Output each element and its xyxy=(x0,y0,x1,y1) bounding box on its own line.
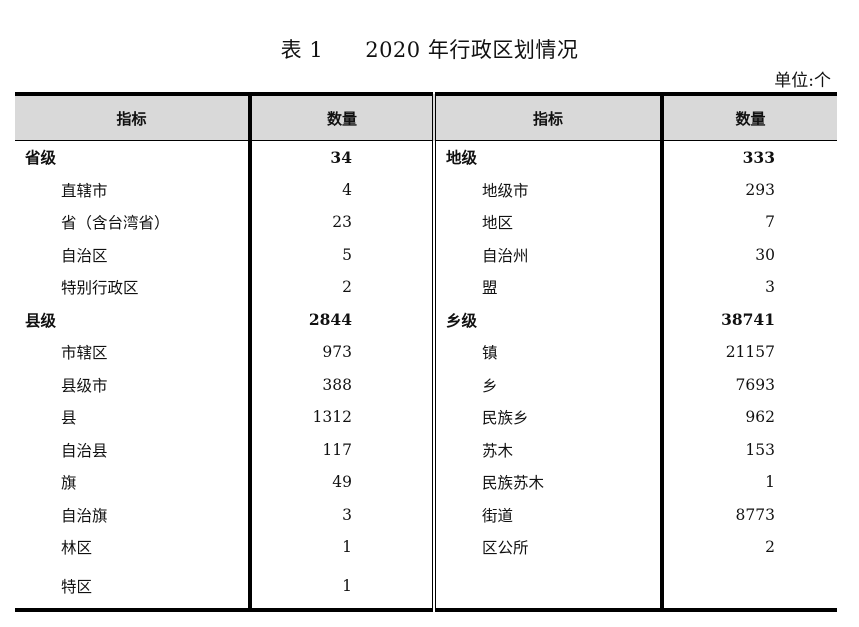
indicator-label-right: 区公所 xyxy=(432,531,662,564)
table-row: 特区 1 xyxy=(15,563,837,612)
unit-label: 单位:个 xyxy=(774,71,831,91)
table-row: 自治县 117 苏木 153 xyxy=(15,433,837,466)
indicator-label-right: 民族苏木 xyxy=(432,466,662,499)
quantity-value-left: 1312 xyxy=(248,401,434,434)
quantity-value-left: 23 xyxy=(248,206,434,239)
indicator-label-right: 乡 xyxy=(432,368,662,401)
table-row: 自治区 5 自治州 30 xyxy=(15,238,837,271)
admin-division-table: 指标 数量 指标 数量 省级 34 地级 333 直辖市 4 地级市 293 省（含台湾省） 23… xyxy=(15,92,837,612)
table-number: 表 1 xyxy=(280,38,324,62)
quantity-value-right: 7693 xyxy=(660,368,837,401)
indicator-label-left: 县 xyxy=(61,409,77,428)
header-indicator-right: 指标 xyxy=(432,92,662,141)
indicator-label-left: 林区 xyxy=(61,539,93,558)
quantity-value-right: 293 xyxy=(660,173,837,206)
header-quantity-left: 数量 xyxy=(248,92,434,141)
quantity-value-right: 3 xyxy=(660,271,837,304)
indicator-label-right: 地区 xyxy=(432,206,662,239)
quantity-value-right: 1 xyxy=(660,466,837,499)
quantity-value-left: 2 xyxy=(248,271,434,304)
quantity-value-right: 30 xyxy=(660,238,837,271)
table-row: 林区 1 区公所 2 xyxy=(15,531,837,564)
quantity-value-right: 153 xyxy=(660,433,837,466)
quantity-value-left: 117 xyxy=(248,433,434,466)
indicator-label-right: 民族乡 xyxy=(432,401,662,434)
header-row: 指标 数量 指标 数量 xyxy=(15,92,837,141)
table-row: 县 1312 民族乡 962 xyxy=(15,401,837,434)
indicator-label-right xyxy=(432,563,662,612)
indicator-label-right: 苏木 xyxy=(432,433,662,466)
table-title: 表 1 2020 年行政区划情况 xyxy=(0,34,859,64)
table-row: 省级 34 地级 333 xyxy=(15,140,837,174)
quantity-value-right xyxy=(660,563,837,612)
quantity-value-right: 8773 xyxy=(660,498,837,531)
header-quantity-right: 数量 xyxy=(660,92,837,141)
table-row: 特别行政区 2 盟 3 xyxy=(15,271,837,304)
quantity-value-right: 38741 xyxy=(660,303,837,336)
table-row: 自治旗 3 街道 8773 xyxy=(15,498,837,531)
table-row: 省（含台湾省） 23 地区 7 xyxy=(15,206,837,239)
indicator-label-left: 自治区 xyxy=(61,246,108,265)
quantity-value-left: 2844 xyxy=(248,303,434,336)
indicator-label-left: 自治县 xyxy=(61,441,108,460)
indicator-label-right: 自治州 xyxy=(432,238,662,271)
table-row: 旗 49 民族苏木 1 xyxy=(15,466,837,499)
quantity-value-left: 3 xyxy=(248,498,434,531)
table-row: 县级 2844 乡级 38741 xyxy=(15,303,837,336)
indicator-label-left: 特别行政区 xyxy=(61,279,139,298)
indicator-label-left: 自治旗 xyxy=(61,506,108,525)
indicator-label-right: 乡级 xyxy=(432,303,662,336)
quantity-value-left: 5 xyxy=(248,238,434,271)
quantity-value-left: 4 xyxy=(248,173,434,206)
table-row: 直辖市 4 地级市 293 xyxy=(15,173,837,206)
indicator-label-right: 镇 xyxy=(432,336,662,369)
indicator-label-left: 县级 xyxy=(25,311,57,330)
data-table: 指标 数量 指标 数量 省级 34 地级 333 直辖市 4 地级市 293 省（含台湾省） 23… xyxy=(15,92,837,612)
quantity-value-left: 1 xyxy=(248,531,434,564)
quantity-value-left: 1 xyxy=(248,563,434,612)
quantity-value-right: 7 xyxy=(660,206,837,239)
indicator-label-right: 街道 xyxy=(432,498,662,531)
indicator-label-left: 省级 xyxy=(25,149,57,168)
quantity-value-right: 333 xyxy=(660,140,837,174)
table-body: 省级 34 地级 333 直辖市 4 地级市 293 省（含台湾省） 23 地区 7 自治区 5 自治州 30… xyxy=(15,140,837,612)
quantity-value-left: 973 xyxy=(248,336,434,369)
table-title-text: 2020 年行政区划情况 xyxy=(365,38,579,62)
quantity-value-left: 388 xyxy=(248,368,434,401)
quantity-value-right: 962 xyxy=(660,401,837,434)
quantity-value-left: 49 xyxy=(248,466,434,499)
table-row: 市辖区 973 镇 21157 xyxy=(15,336,837,369)
header-indicator-left: 指标 xyxy=(15,92,250,141)
quantity-value-right: 2 xyxy=(660,531,837,564)
indicator-label-right: 地级市 xyxy=(432,173,662,206)
indicator-label-left: 县级市 xyxy=(61,376,108,395)
indicator-label-left: 特区 xyxy=(15,563,250,612)
quantity-value-left: 34 xyxy=(248,140,434,174)
indicator-label-left: 市辖区 xyxy=(61,344,108,363)
indicator-label-right: 盟 xyxy=(432,271,662,304)
indicator-label-right: 地级 xyxy=(432,140,662,174)
indicator-label-left: 省（含台湾省） xyxy=(61,214,170,233)
quantity-value-right: 21157 xyxy=(660,336,837,369)
table-row: 县级市 388 乡 7693 xyxy=(15,368,837,401)
indicator-label-left: 旗 xyxy=(61,474,77,493)
indicator-label-left: 直辖市 xyxy=(61,181,108,200)
